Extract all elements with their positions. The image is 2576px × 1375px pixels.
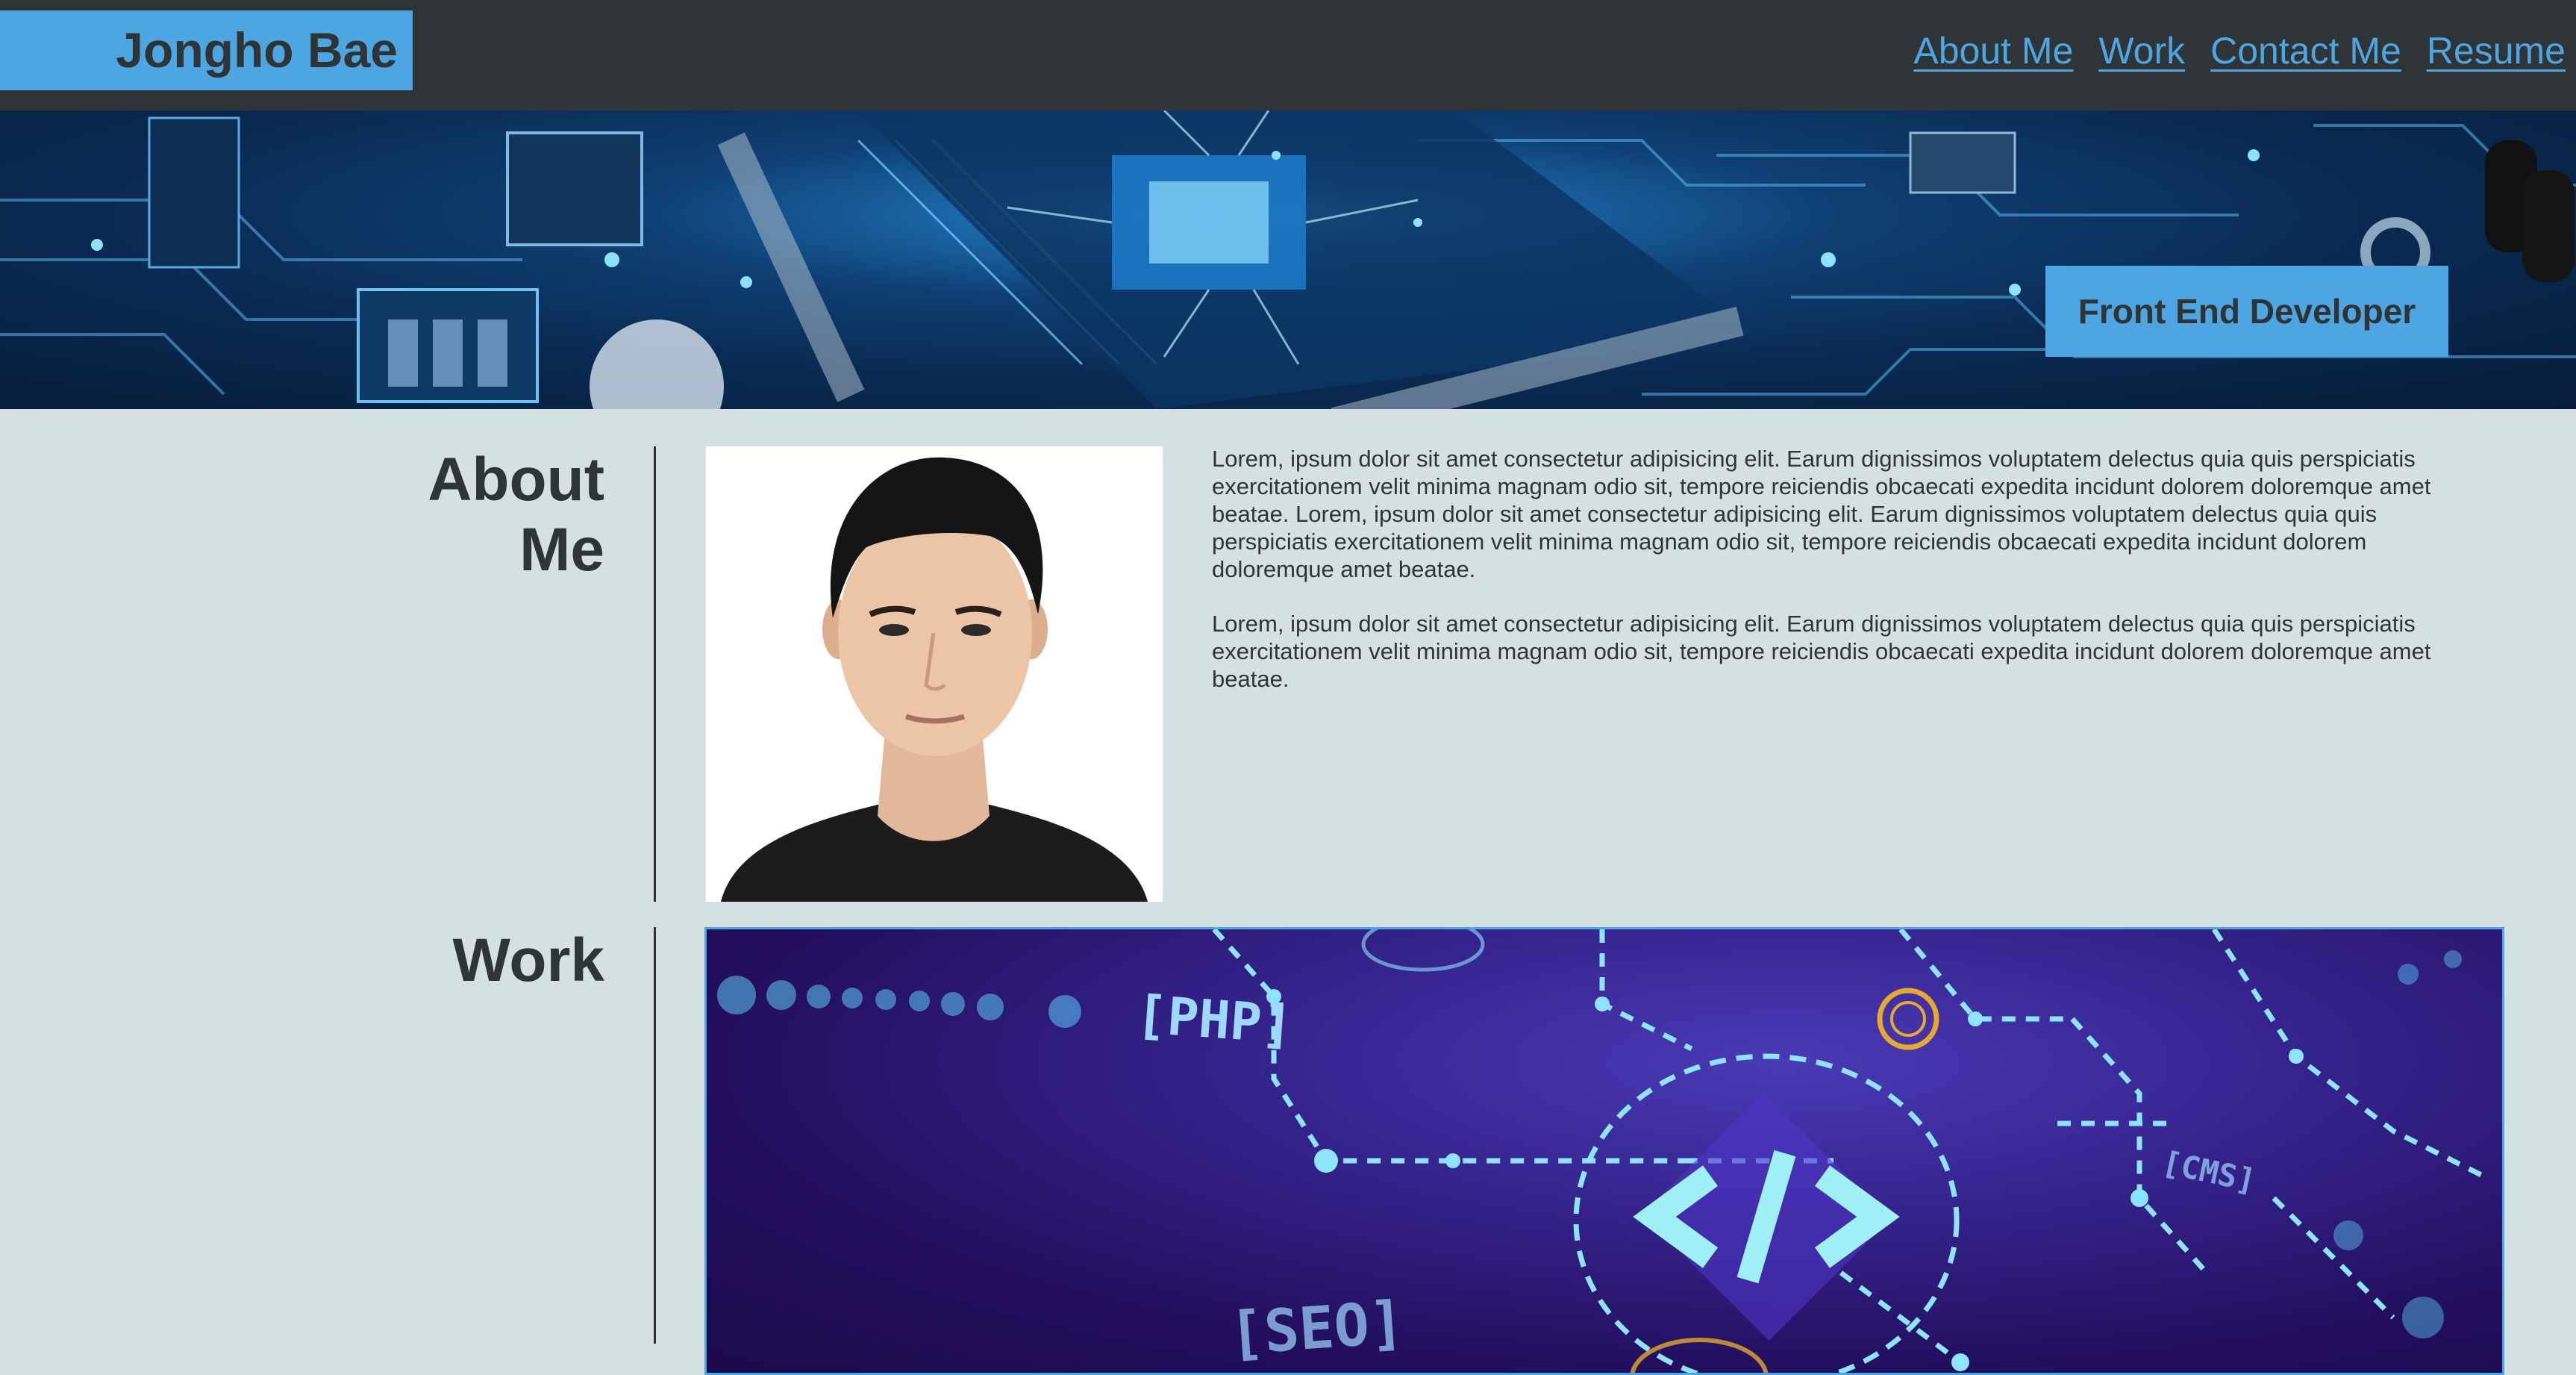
circuit-board-image: [0, 110, 2576, 409]
nav-link-resume[interactable]: Resume: [2427, 29, 2566, 72]
role-badge: Front End Developer: [2045, 266, 2448, 357]
site-header: Jongho Bae About Me Work Contact Me Resu…: [0, 0, 2576, 110]
work-section-title: Work: [452, 926, 604, 994]
work-image-label-php: [PHP]: [1134, 983, 1295, 1056]
about-paragraph: Lorem, ipsum dolor sit amet consectetur …: [1212, 446, 2431, 582]
profile-photo: [706, 446, 1163, 902]
about-section-title: About Me: [428, 446, 604, 584]
coding-illustration: [717, 929, 2484, 1373]
brand-name[interactable]: Jongho Bae: [0, 10, 413, 90]
about-text: Lorem, ipsum dolor sit amet consectetur …: [1212, 445, 2480, 720]
nav-link-contact-me[interactable]: Contact Me: [2210, 29, 2401, 72]
about-paragraph: Lorem, ipsum dolor sit amet consectetur …: [1212, 611, 2431, 692]
work-image-label-seo: [SEO]: [1227, 1288, 1407, 1369]
about-divider: [654, 446, 656, 902]
work-divider: [654, 927, 656, 1344]
nav-link-work[interactable]: Work: [2098, 29, 2185, 72]
work-project-card[interactable]: [PHP] [SEO] [CMS]: [704, 927, 2504, 1375]
nav-link-about-me[interactable]: About Me: [1913, 29, 2073, 72]
hero-banner: Front End Developer: [0, 110, 2576, 409]
main-nav: About Me Work Contact Me Resume: [1913, 27, 2566, 75]
